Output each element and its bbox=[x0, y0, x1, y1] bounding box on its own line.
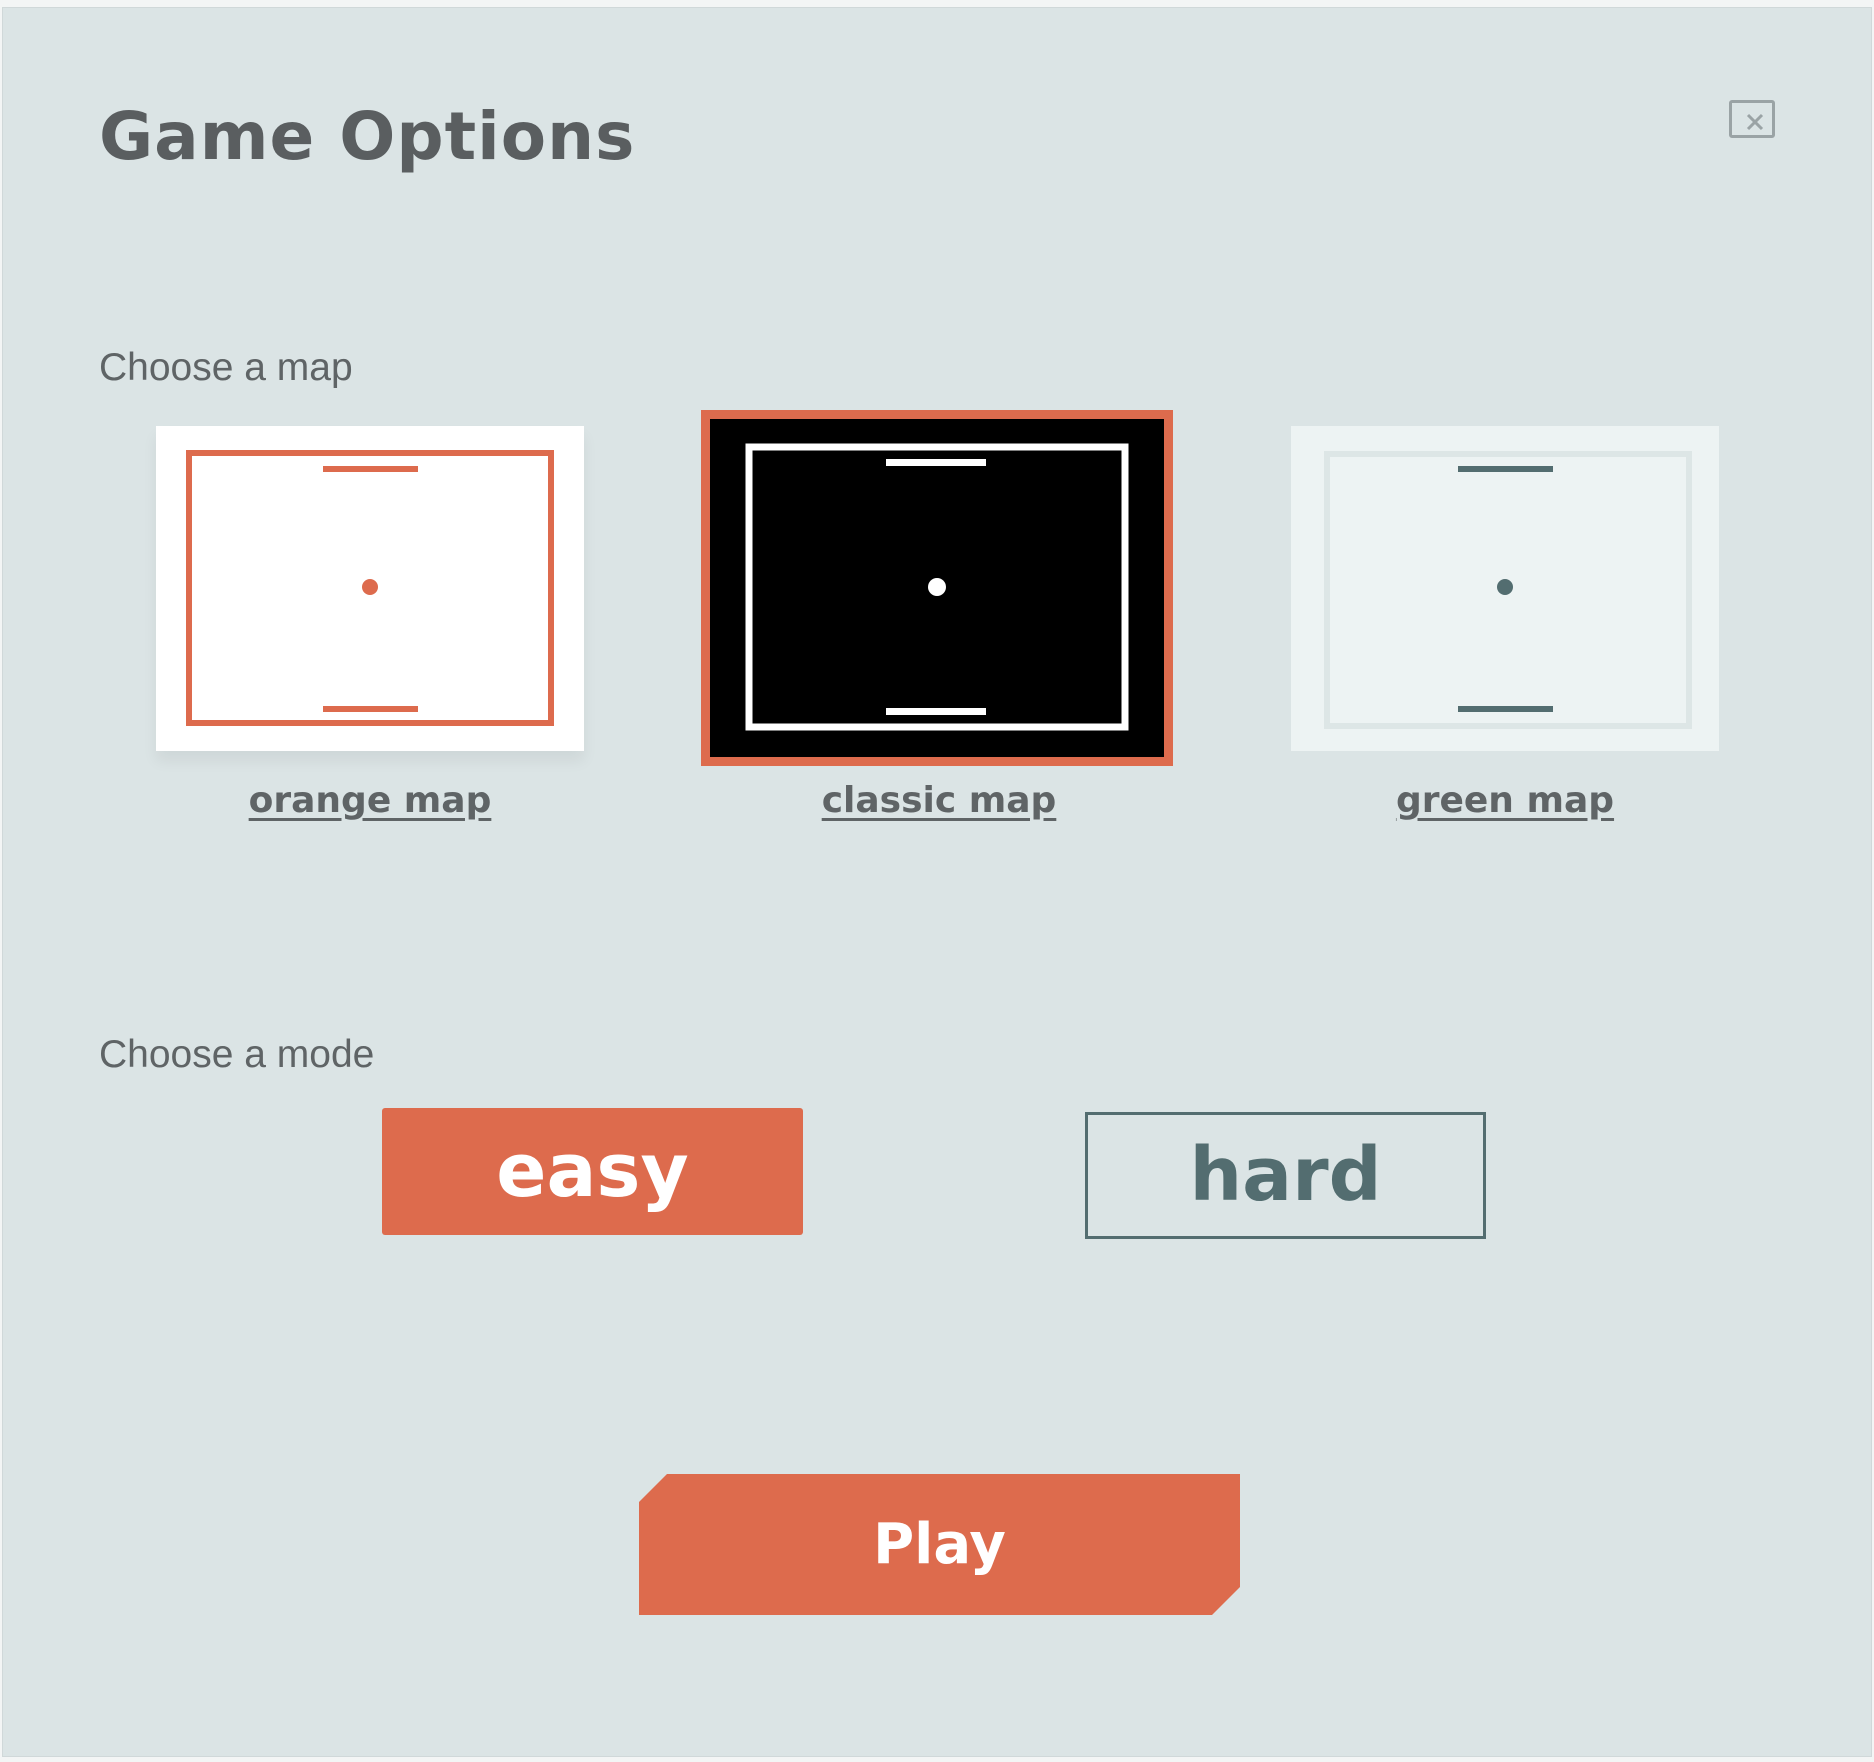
map-option-classic[interactable] bbox=[701, 410, 1173, 766]
top-paddle bbox=[323, 466, 418, 472]
mode-section-label: Choose a mode bbox=[99, 1033, 375, 1076]
map-option-green[interactable] bbox=[1291, 426, 1719, 751]
map-preview-orange bbox=[186, 450, 554, 726]
mode-hard-button[interactable]: hard bbox=[1085, 1112, 1486, 1239]
map-name-classic[interactable]: classic map bbox=[709, 780, 1169, 821]
map-name-orange[interactable]: orange map bbox=[140, 780, 600, 821]
play-button-label: Play bbox=[873, 1512, 1006, 1577]
map-name-green[interactable]: green map bbox=[1275, 780, 1735, 821]
top-paddle bbox=[1458, 466, 1553, 472]
ball bbox=[1497, 579, 1513, 595]
mode-easy-button[interactable]: easy bbox=[382, 1108, 803, 1235]
ball bbox=[362, 579, 378, 595]
map-section-label: Choose a map bbox=[99, 346, 353, 389]
bottom-paddle bbox=[886, 708, 986, 715]
map-preview-green bbox=[1324, 451, 1692, 729]
close-button[interactable] bbox=[1729, 100, 1775, 138]
ball bbox=[928, 578, 946, 596]
play-button[interactable]: Play bbox=[639, 1474, 1240, 1615]
close-icon bbox=[1746, 113, 1764, 131]
game-options-dialog: Game Options Choose a map orange map cla… bbox=[2, 7, 1872, 1757]
dialog-title: Game Options bbox=[99, 98, 636, 175]
bottom-paddle bbox=[1458, 706, 1553, 712]
map-option-orange[interactable] bbox=[156, 426, 584, 751]
bottom-paddle bbox=[323, 706, 418, 712]
map-preview-classic bbox=[745, 443, 1129, 731]
top-paddle bbox=[886, 459, 986, 466]
